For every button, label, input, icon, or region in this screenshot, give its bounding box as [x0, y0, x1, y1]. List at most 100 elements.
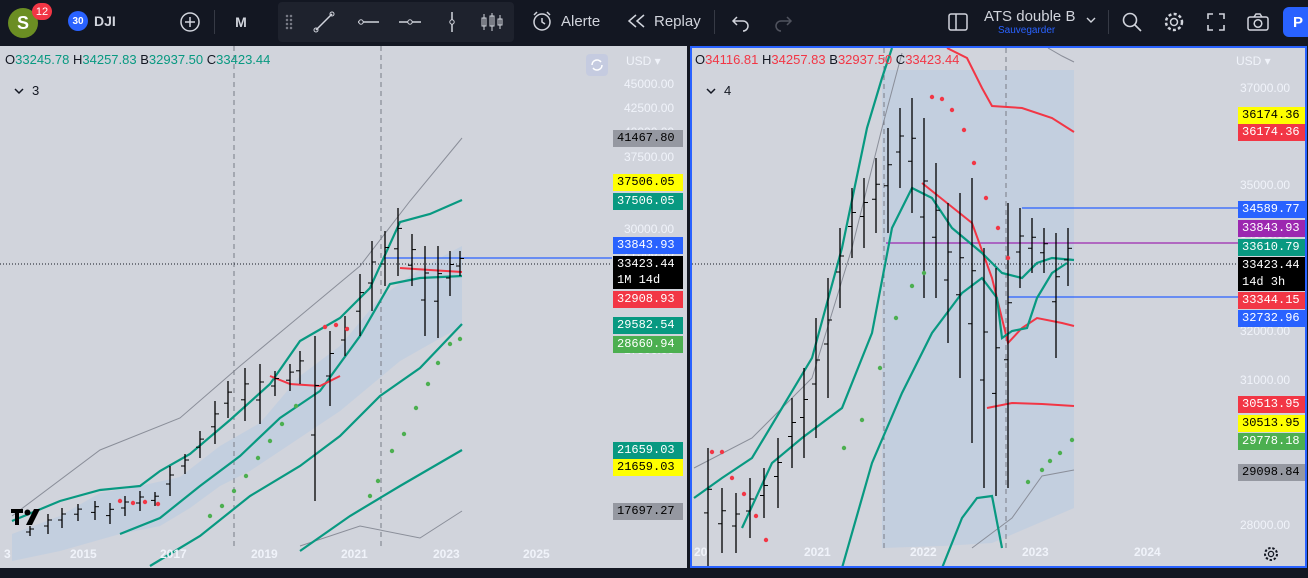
price-label: 29098.84 — [1238, 464, 1305, 481]
alarm-clock-icon — [533, 11, 551, 31]
sar-dot — [859, 417, 865, 423]
close-value: 33423.44 — [905, 52, 960, 67]
chart-pane-left[interactable]: O33245.78 H34257.83 B32937.50 C33423.44 … — [0, 46, 687, 568]
redo-icon — [775, 16, 793, 32]
time-tick: 2015 — [70, 547, 97, 561]
sar-dot — [1025, 479, 1031, 485]
snapshot-button[interactable] — [1244, 9, 1272, 35]
green-band-lower — [149, 323, 463, 567]
sar-dot — [130, 500, 136, 506]
sar-dot — [243, 473, 249, 479]
sar-dot — [231, 488, 237, 494]
high-key: H — [72, 52, 83, 67]
symbol-search-button[interactable]: 30 DJI — [68, 11, 116, 31]
sar-dot — [893, 315, 899, 321]
currency-selector[interactable]: USD ▾ — [1236, 54, 1271, 68]
price-scale-toggle[interactable] — [586, 54, 608, 76]
currency-selector[interactable]: USD ▾ — [626, 54, 661, 68]
price-tick: 28000.00 — [1240, 518, 1291, 533]
time-tick: 2021 — [341, 547, 368, 561]
camera-icon — [1247, 13, 1269, 31]
toolbar-divider — [1108, 10, 1109, 34]
indicators-toggle[interactable]: 4 — [706, 83, 731, 98]
vertical-line-tool[interactable] — [436, 9, 468, 35]
price-label: 33610.79 — [1238, 239, 1305, 256]
price-label: 29582.54 — [613, 317, 683, 334]
price-label: 21659.03 — [613, 459, 683, 476]
chart-canvas-left[interactable] — [0, 46, 687, 568]
sar-dot — [995, 225, 1001, 231]
layout-menu[interactable]: ATS double B Sauvegarder — [984, 6, 1096, 40]
chart-pane-right[interactable]: O34116.81 H34257.83 B32937.50 C33423.44 … — [690, 46, 1307, 568]
sar-dot — [929, 94, 935, 100]
sar-dot — [322, 324, 328, 330]
tradingview-logo[interactable] — [10, 506, 46, 526]
sar-dot — [293, 403, 299, 409]
sar-dot — [961, 127, 967, 133]
search-button[interactable] — [1119, 9, 1145, 35]
channel-fill — [12, 246, 462, 561]
open-key: O — [5, 52, 16, 67]
price-label: 36174.36 — [1238, 107, 1305, 124]
high-value: 34257.83 — [82, 52, 137, 67]
indicator-count: 4 — [724, 83, 732, 98]
interval-button[interactable]: M — [228, 9, 254, 35]
price-label: 33843.93 — [1238, 220, 1305, 237]
time-tick: 2017 — [160, 547, 187, 561]
sar-dot — [447, 341, 453, 347]
outer-band-top — [1047, 48, 1075, 63]
sar-dot — [457, 336, 463, 342]
price-label: 30513.95 — [1238, 415, 1305, 432]
undo-icon — [731, 16, 749, 32]
layout-save-status: Sauvegarder — [998, 25, 1056, 36]
layout-toggle-button[interactable] — [944, 9, 972, 35]
price-label: 32732.96 — [1238, 310, 1305, 327]
price-label: 33423.44 — [613, 256, 683, 273]
high-key: H — [762, 52, 772, 67]
time-tick: 2022 — [910, 545, 937, 559]
alert-button[interactable]: Alerte — [531, 10, 600, 32]
low-value: 32937.50 — [837, 52, 893, 67]
sar-dot — [753, 513, 759, 519]
sar-dot — [333, 322, 339, 328]
vertical-line-icon — [449, 12, 455, 32]
horizontal-ray-icon — [358, 19, 379, 25]
sar-dot — [949, 107, 955, 113]
rewind-icon — [627, 14, 645, 28]
close-key: C — [206, 52, 217, 67]
price-tick: 45000.00 — [624, 77, 675, 91]
price-tick: 35000.00 — [1240, 178, 1291, 193]
price-tick: 30000.00 — [624, 222, 675, 237]
time-tick: 2023 — [433, 547, 460, 561]
avatar-letter: S — [16, 12, 29, 33]
alert-label: Alerte — [561, 12, 601, 30]
chart-settings-icon[interactable] — [1262, 545, 1280, 563]
sar-dot — [1047, 458, 1053, 464]
price-label: 17697.27 — [613, 503, 683, 520]
horizontal-ray-tool[interactable] — [352, 9, 384, 35]
chart-canvas-right[interactable] — [692, 48, 1305, 566]
search-icon — [1122, 12, 1142, 32]
trend-line-tool[interactable] — [308, 9, 340, 35]
horizontal-line-tool[interactable] — [394, 9, 426, 35]
replay-button[interactable]: Replay — [626, 10, 701, 32]
add-symbol-button[interactable] — [176, 9, 204, 35]
publish-button[interactable]: P — [1283, 7, 1308, 37]
fullscreen-button[interactable] — [1203, 9, 1229, 35]
drag-handle-icon[interactable] — [285, 14, 293, 30]
settings-button[interactable] — [1161, 9, 1187, 35]
undo-button[interactable] — [728, 9, 754, 35]
sar-dot — [155, 501, 161, 507]
time-tick: 2024 — [1134, 545, 1161, 559]
sar-dot — [1057, 450, 1063, 456]
close-key: C — [895, 52, 906, 67]
indicators-toggle[interactable]: 3 — [14, 83, 39, 98]
bar-pattern-tool[interactable] — [476, 9, 508, 35]
sar-dot — [255, 455, 261, 461]
price-label: 34589.77 — [1238, 201, 1305, 218]
sar-dot — [877, 365, 883, 371]
top-toolbar: S 12 30 DJI M Alerte Replay ATS double B… — [0, 0, 1308, 44]
notification-badge[interactable]: 12 — [32, 3, 52, 20]
open-key: O — [695, 52, 706, 67]
redo-button[interactable] — [770, 9, 796, 35]
